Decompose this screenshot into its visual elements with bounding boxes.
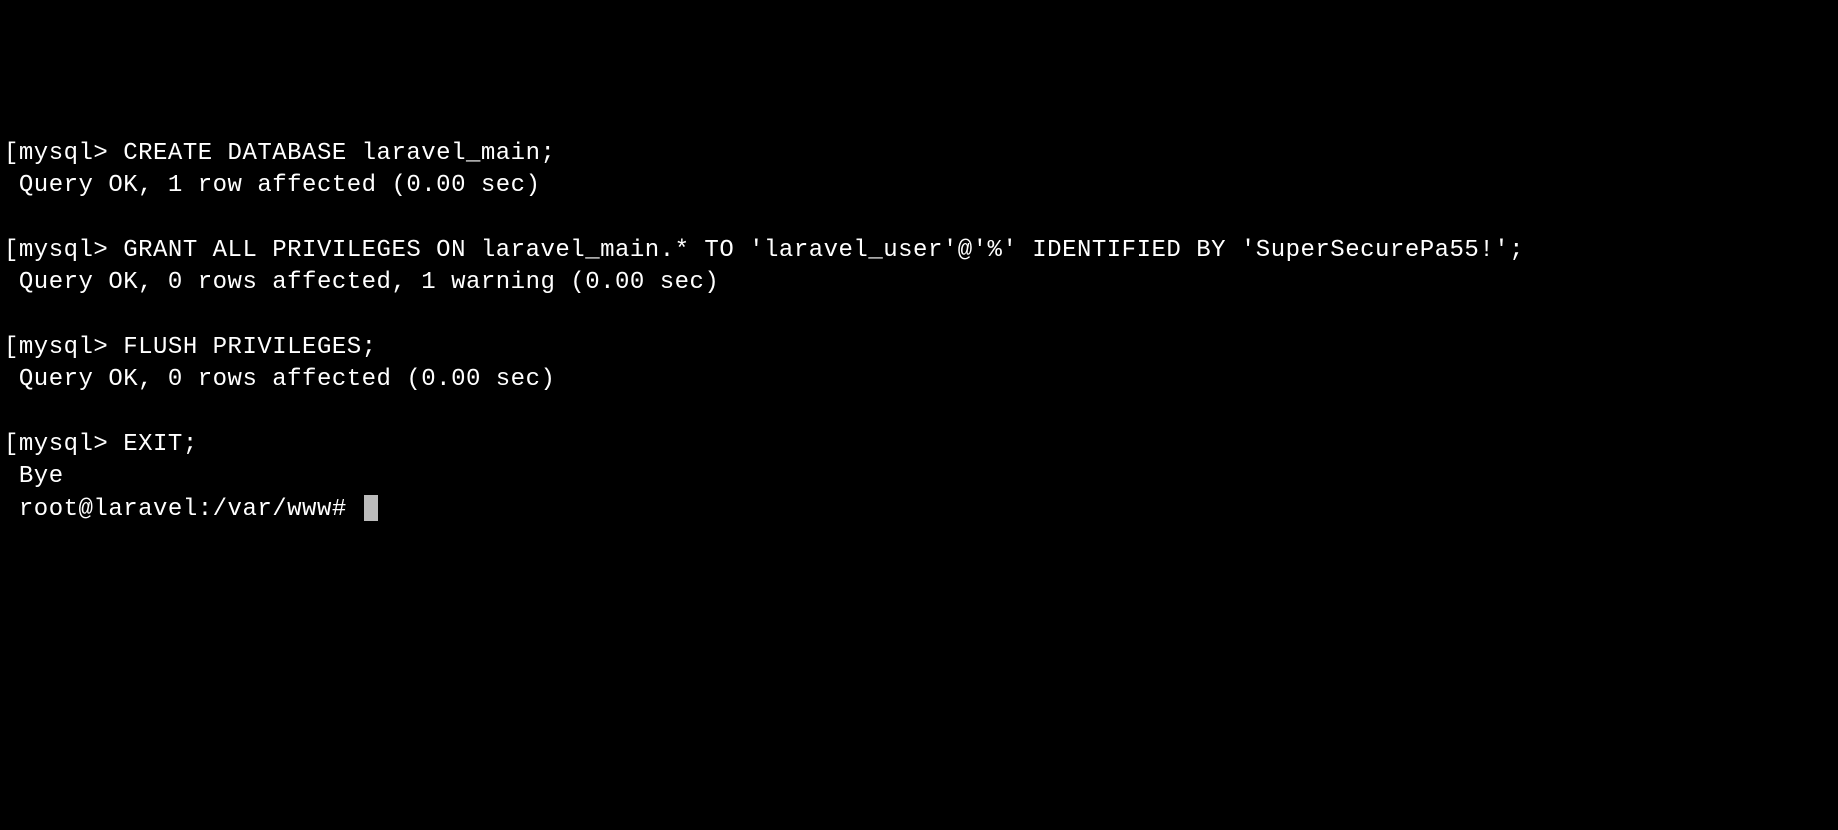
terminal-line-blank <box>4 300 1834 332</box>
shell-prompt-line[interactable]: root@laravel:/var/www# <box>4 494 1834 526</box>
terminal-line-output: Query OK, 0 rows affected, 1 warning (0.… <box>4 267 1834 299</box>
terminal-line-command: [mysql> EXIT; <box>4 429 1834 461</box>
cursor-icon <box>364 495 378 521</box>
terminal-line-command: [mysql> FLUSH PRIVILEGES; <box>4 332 1834 364</box>
terminal-line-blank <box>4 202 1834 234</box>
terminal-line-output: Query OK, 1 row affected (0.00 sec) <box>4 170 1834 202</box>
terminal-line-command: [mysql> CREATE DATABASE laravel_main; <box>4 138 1834 170</box>
shell-prompt: root@laravel:/var/www# <box>4 496 362 523</box>
terminal-line-blank <box>4 397 1834 429</box>
terminal-line-command: [mysql> GRANT ALL PRIVILEGES ON laravel_… <box>4 235 1834 267</box>
terminal-line-output: Bye <box>4 461 1834 493</box>
terminal-output[interactable]: [mysql> CREATE DATABASE laravel_main; Qu… <box>4 138 1834 527</box>
terminal-line-output: Query OK, 0 rows affected (0.00 sec) <box>4 364 1834 396</box>
